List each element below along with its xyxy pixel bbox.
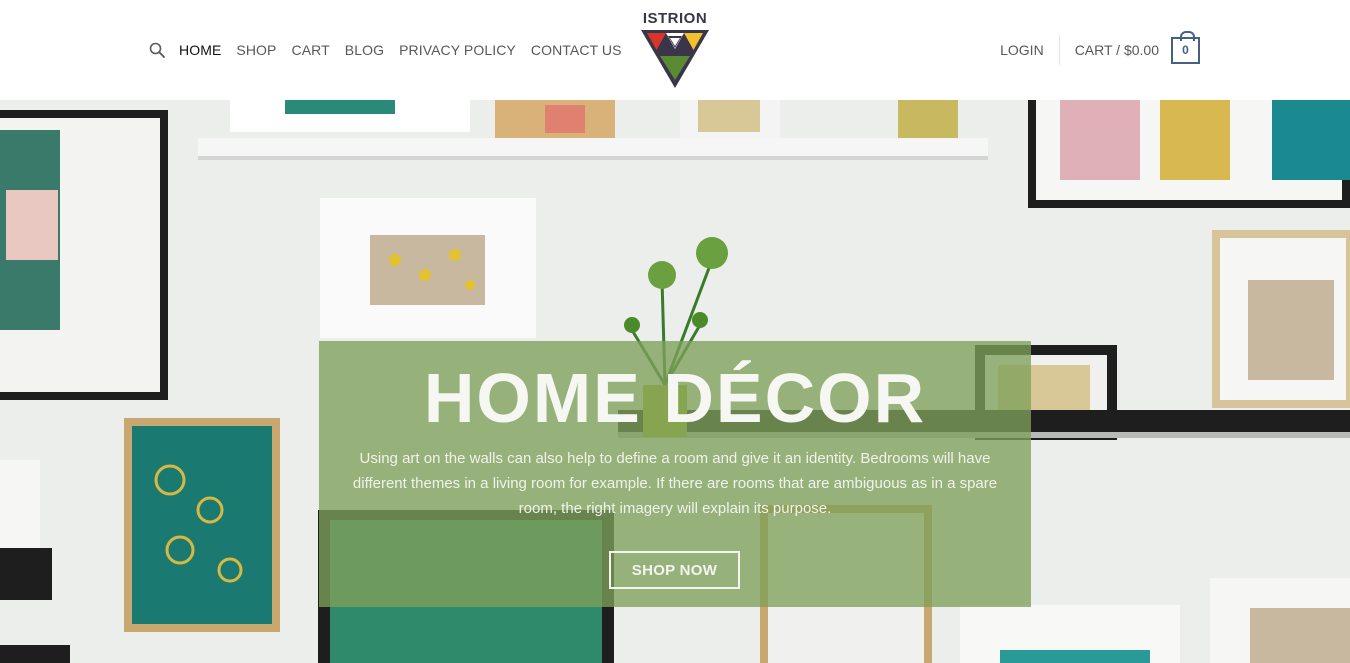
hero-banner: HOME DÉCOR Using art on the walls can al… (0, 100, 1350, 663)
nav-shop[interactable]: SHOP (236, 42, 276, 58)
cart-count-badge[interactable]: 0 (1171, 30, 1200, 64)
login-link[interactable]: LOGIN (1000, 42, 1059, 58)
nav-home[interactable]: HOME (179, 42, 221, 58)
hero-description: Using art on the walls can also help to … (352, 450, 998, 517)
shop-now-button[interactable]: SHOP NOW (609, 551, 740, 589)
hero-title: HOME DÉCOR (423, 359, 927, 437)
site-logo[interactable]: ISTRION (630, 8, 720, 92)
account-nav: LOGIN CART / $0.00 0 (1000, 30, 1200, 65)
triangle-logo-icon (641, 30, 709, 88)
main-nav: HOME SHOP CART BLOG PRIVACY POLICY CONTA… (148, 40, 637, 60)
nav-divider (1058, 35, 1060, 65)
cart-total-link[interactable]: CART / $0.00 (1075, 42, 1159, 58)
logo-wordmark: ISTRION (642, 10, 708, 27)
nav-cart[interactable]: CART (291, 42, 329, 58)
nav-blog[interactable]: BLOG (345, 42, 384, 58)
nav-privacy-policy[interactable]: PRIVACY POLICY (399, 42, 516, 58)
site-header: HOME SHOP CART BLOG PRIVACY POLICY CONTA… (0, 0, 1350, 100)
search-icon[interactable] (148, 41, 166, 59)
nav-contact-us[interactable]: CONTACT US (531, 42, 622, 58)
